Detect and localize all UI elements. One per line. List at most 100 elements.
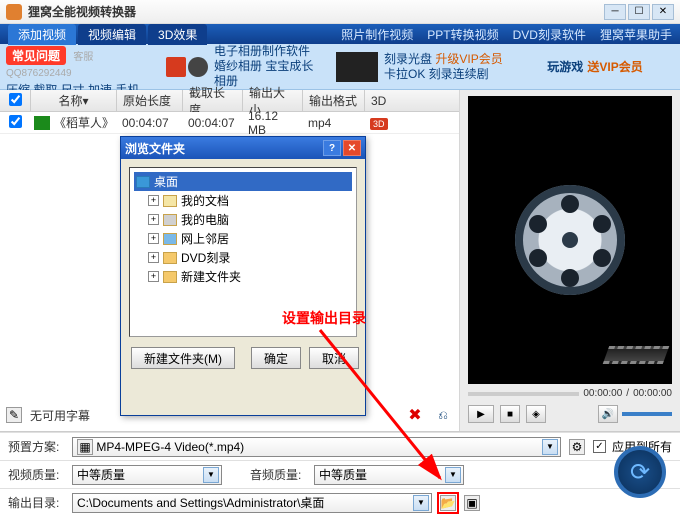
seek-slider[interactable] — [468, 392, 579, 396]
output-dir-value: C:\Documents and Settings\Administrator\… — [77, 494, 324, 511]
row-3d-badge[interactable]: 3D — [370, 118, 388, 130]
remove-item-button[interactable]: ✖ — [405, 405, 425, 425]
link-dvd[interactable]: DVD刻录软件 — [513, 26, 586, 43]
top-nav: 添加视频 视频编辑 3D效果 照片制作视频 PPT转换视频 DVD刻录软件 狸窝… — [0, 24, 680, 44]
row-checkbox[interactable] — [9, 115, 22, 128]
label-out: 输出目录: — [8, 494, 64, 511]
cancel-button[interactable]: 取消 — [309, 347, 359, 369]
volume-slider[interactable] — [622, 412, 672, 416]
preset-settings-button[interactable]: ⚙ — [569, 439, 585, 455]
expand-icon[interactable]: + — [148, 195, 159, 206]
tree-node[interactable]: +我的电脑 — [134, 210, 352, 229]
stop-button[interactable]: ■ — [500, 405, 520, 423]
info-bar: 常见问题 客服QQ876292449 压缩 截取 尺寸 加速 手机 字幕 音乐 … — [0, 44, 680, 90]
row-osz: 16.12 MB — [242, 109, 302, 137]
apply-all-checkbox[interactable]: ✓ — [593, 440, 606, 453]
film-strip-icon — [603, 346, 670, 364]
faq-header: 常见问题 — [6, 46, 66, 65]
ppt-icon — [166, 57, 186, 77]
chevron-down-icon: ▼ — [413, 495, 429, 511]
link-ppt-video[interactable]: PPT转换视频 — [427, 26, 498, 43]
promo-album[interactable]: 电子相册制作软件婚纱相册 宝宝成长相册 — [160, 44, 330, 89]
annotation-label: 设置输出目录 — [282, 308, 366, 328]
link-apple[interactable]: 狸窝苹果助手 — [600, 26, 672, 43]
preview-panel: 00:00:00/00:00:00 ▶ ■ ◈ 🔊 — [460, 90, 680, 431]
tab-3d-effect[interactable]: 3D效果 — [148, 24, 207, 45]
settings-area: 预置方案: ▦ MP4-MPEG-4 Video(*.mp4)▼ ⚙ ✓ 应用到… — [0, 431, 680, 516]
tree-node[interactable]: +新建文件夹 — [134, 267, 352, 286]
folder-icon — [163, 271, 177, 283]
label-preset: 预置方案: — [8, 438, 64, 455]
computer-icon — [163, 214, 177, 226]
tree-node-desktop[interactable]: 桌面 — [134, 172, 352, 191]
promo-burn[interactable]: 刻录光盘 升级VIP会员卡拉OK 刻录连续剧 — [330, 44, 510, 89]
desktop-icon — [136, 176, 150, 188]
browse-folder-dialog: 浏览文件夹 ? ✕ 桌面 +我的文档 +我的电脑 +网上邻居 +DVD刻录 +新… — [120, 136, 366, 416]
promo-vip[interactable]: 玩游戏 送VIP会员 — [510, 44, 680, 89]
tree-node[interactable]: +DVD刻录 — [134, 248, 352, 267]
time-total: 00:00:00 — [633, 388, 672, 399]
no-subtitle-label: 无可用字幕 — [30, 407, 90, 424]
app-logo-icon — [6, 4, 22, 20]
row-olen: 00:04:07 — [116, 116, 182, 130]
dialog-close-button[interactable]: ✕ — [343, 140, 361, 156]
chevron-down-icon: ▼ — [445, 467, 461, 483]
tab-edit-video[interactable]: 视频编辑 — [78, 24, 146, 45]
browse-output-button[interactable]: 📂 — [440, 495, 456, 511]
output-dir-combo[interactable]: C:\Documents and Settings\Administrator\… — [72, 493, 432, 513]
table-row[interactable]: 《稻草人》 00:04:07 00:04:07 16.12 MB mp4 3D — [0, 112, 459, 134]
promo-thumb-icon — [336, 52, 378, 82]
top-links: 照片制作视频 PPT转换视频 DVD刻录软件 狸窝苹果助手 — [341, 26, 672, 43]
play-button[interactable]: ▶ — [468, 405, 494, 423]
link-photo-video[interactable]: 照片制作视频 — [341, 26, 413, 43]
tab-add-video[interactable]: 添加视频 — [8, 24, 76, 45]
select-all-checkbox[interactable] — [9, 93, 22, 106]
preset-value: MP4-MPEG-4 Video(*.mp4) — [96, 440, 244, 454]
convert-button[interactable]: ⟳ — [614, 446, 666, 498]
audio-quality-combo[interactable]: 中等质量▼ — [314, 465, 464, 485]
col-clip-length[interactable]: 截取长度 — [182, 90, 242, 111]
dialog-titlebar[interactable]: 浏览文件夹 ? ✕ — [121, 137, 365, 159]
window-buttons: ─ ☐ ✕ — [604, 4, 674, 20]
col-out-format[interactable]: 输出格式 — [302, 90, 364, 111]
list-header: 名称 ▾ 原始长度 截取长度 输出大小 输出格式 3D — [0, 90, 459, 112]
time-current: 00:00:00 — [583, 388, 622, 399]
faq-box: 常见问题 客服QQ876292449 压缩 截取 尺寸 加速 手机 字幕 音乐 … — [0, 44, 160, 89]
snapshot-button[interactable]: ◈ — [526, 405, 546, 423]
ok-button[interactable]: 确定 — [251, 347, 301, 369]
titlebar: 狸窝全能视频转换器 ─ ☐ ✕ — [0, 0, 680, 24]
expand-icon[interactable]: + — [148, 271, 159, 282]
expand-icon[interactable]: + — [148, 252, 159, 263]
expand-icon[interactable]: + — [148, 214, 159, 225]
tree-node[interactable]: +网上邻居 — [134, 229, 352, 248]
preset-combo[interactable]: ▦ MP4-MPEG-4 Video(*.mp4) ▼ — [72, 437, 561, 457]
clear-list-button[interactable]: ⎌ — [433, 405, 453, 425]
chevron-down-icon: ▼ — [203, 467, 219, 483]
open-output-button[interactable]: ▣ — [464, 495, 480, 511]
preset-icon: ▦ — [77, 439, 93, 455]
minimize-button[interactable]: ─ — [604, 4, 626, 20]
folder-icon — [163, 195, 177, 207]
col-orig-length[interactable]: 原始长度 — [116, 90, 182, 111]
mute-button[interactable]: 🔊 — [598, 405, 618, 423]
video-thumb-icon — [34, 116, 50, 130]
row-name: 《稻草人》 — [54, 114, 114, 131]
row-ofmt: mp4 — [302, 116, 364, 130]
video-quality-combo[interactable]: 中等质量▼ — [72, 465, 222, 485]
film-reel-icon — [515, 185, 625, 295]
dialog-help-button[interactable]: ? — [323, 140, 341, 156]
chevron-down-icon: ▼ — [542, 439, 558, 455]
app-title: 狸窝全能视频转换器 — [28, 3, 136, 20]
row-clen: 00:04:07 — [182, 116, 242, 130]
new-folder-button[interactable]: 新建文件夹(M) — [131, 347, 235, 369]
close-button[interactable]: ✕ — [652, 4, 674, 20]
maximize-button[interactable]: ☐ — [628, 4, 650, 20]
label-vq: 视频质量: — [8, 466, 64, 483]
network-icon — [163, 233, 177, 245]
col-3d[interactable]: 3D — [364, 90, 404, 111]
col-name[interactable]: 名称 ▾ — [30, 90, 116, 111]
expand-icon[interactable]: + — [148, 233, 159, 244]
subtitle-icon: ✎ — [6, 407, 22, 423]
tree-node[interactable]: +我的文档 — [134, 191, 352, 210]
dialog-title: 浏览文件夹 — [125, 140, 185, 157]
